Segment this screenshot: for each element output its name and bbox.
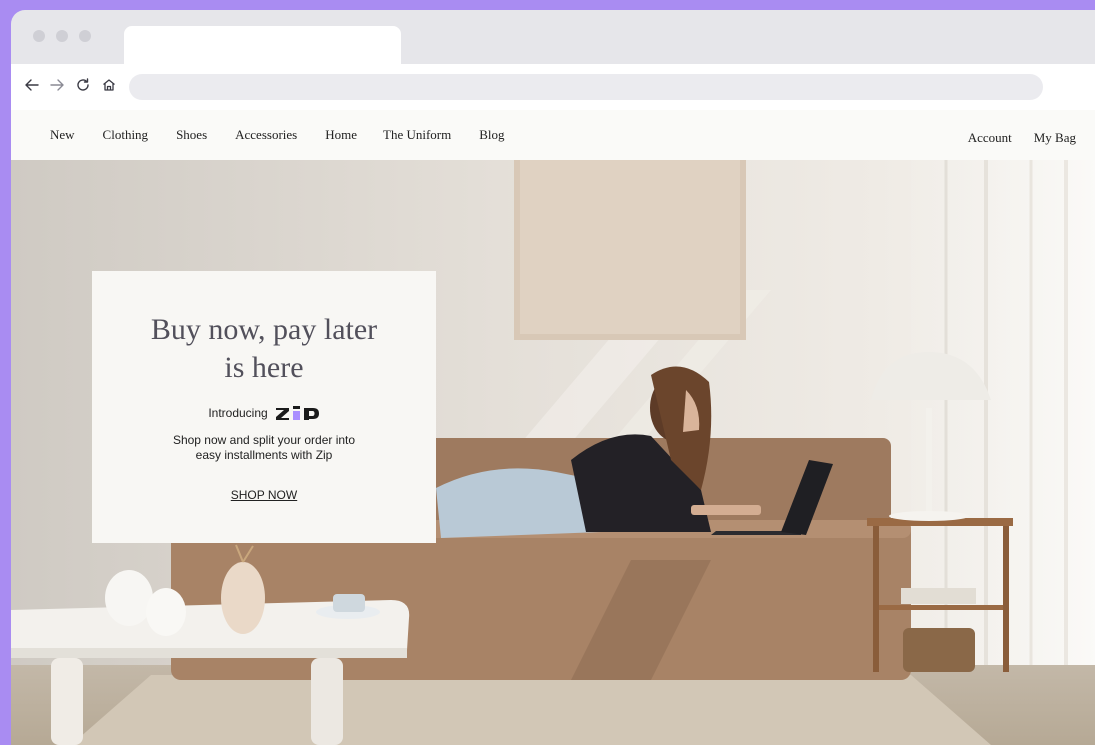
browser-tab[interactable] bbox=[124, 26, 401, 64]
hero-banner: Buy now, pay later is here Introducing S… bbox=[11, 160, 1095, 745]
browser-toolbar bbox=[11, 64, 1095, 110]
site-navigation: New Clothing Shoes Accessories Home The … bbox=[11, 110, 1095, 160]
nav-link-blog[interactable]: Blog bbox=[479, 127, 504, 143]
reload-icon[interactable] bbox=[74, 77, 92, 95]
shop-now-link[interactable]: SHOP NOW bbox=[231, 488, 297, 502]
nav-link-clothing[interactable]: Clothing bbox=[103, 127, 149, 143]
back-arrow-icon[interactable] bbox=[23, 77, 41, 95]
bnpl-promo-card: Buy now, pay later is here Introducing S… bbox=[92, 271, 436, 543]
promo-description-line1: Shop now and split your order into bbox=[172, 433, 356, 447]
browser-window: New Clothing Shoes Accessories Home The … bbox=[11, 10, 1095, 745]
close-window-button[interactable] bbox=[33, 30, 45, 42]
promo-description-line2: easy installments with Zip bbox=[195, 448, 333, 462]
nav-link-the-uniform[interactable]: The Uniform bbox=[383, 127, 451, 143]
window-controls bbox=[33, 30, 91, 42]
my-bag-link[interactable]: My Bag bbox=[1034, 130, 1076, 146]
nav-link-home[interactable]: Home bbox=[325, 127, 357, 143]
nav-link-shoes[interactable]: Shoes bbox=[176, 127, 207, 143]
account-link[interactable]: Account bbox=[968, 130, 1012, 146]
address-bar[interactable] bbox=[129, 74, 1043, 100]
home-icon[interactable] bbox=[100, 77, 118, 95]
promo-heading-line1: Buy now, pay later bbox=[150, 313, 378, 346]
nav-link-new[interactable]: New bbox=[50, 127, 75, 143]
account-nav: Account My Bag bbox=[968, 130, 1076, 146]
promo-heading-line2: is here bbox=[224, 351, 304, 384]
zip-logo-icon bbox=[275, 406, 319, 420]
nav-link-accessories[interactable]: Accessories bbox=[235, 127, 297, 143]
primary-nav: New Clothing Shoes Accessories Home The … bbox=[50, 127, 533, 143]
promo-intro: Introducing bbox=[92, 405, 436, 421]
forward-arrow-icon[interactable] bbox=[48, 77, 66, 95]
maximize-window-button[interactable] bbox=[79, 30, 91, 42]
minimize-window-button[interactable] bbox=[56, 30, 68, 42]
promo-heading: Buy now, pay later is here bbox=[92, 311, 436, 387]
intro-label: Introducing bbox=[208, 406, 268, 420]
promo-description: Shop now and split your order into easy … bbox=[164, 433, 364, 463]
